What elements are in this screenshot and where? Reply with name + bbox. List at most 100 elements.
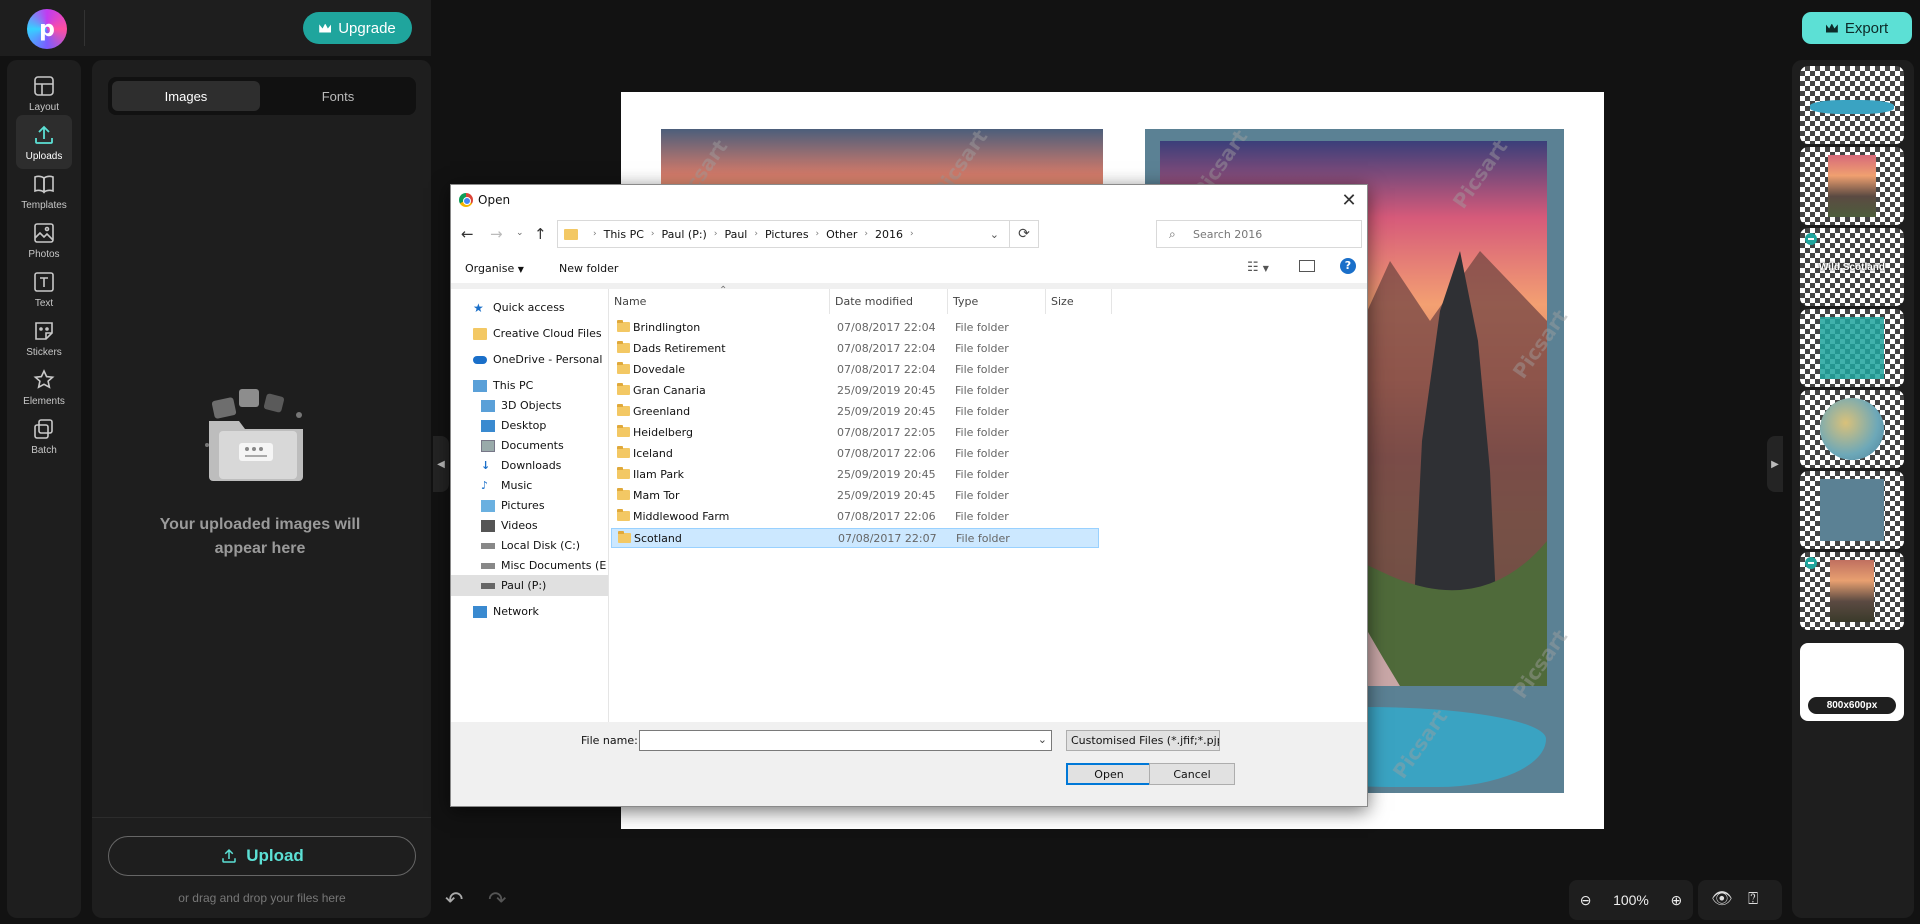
search-input[interactable]: ⌕ Search 2016 [1156,220,1362,248]
pc-icon [473,379,487,392]
forward-arrow-icon[interactable]: → [490,225,503,243]
breadcrumb-item[interactable]: Other [826,228,857,241]
organise-button[interactable]: Organise ▼ [465,262,524,275]
nav-label: Misc Documents (E [501,559,607,572]
empty-state-text: Your uploaded images will appear here [150,513,370,561]
nav-item-network[interactable]: Network [451,601,608,622]
zoom-out-icon[interactable]: ⊖ [1580,892,1592,909]
thumbnail-teal-shape[interactable] [1800,309,1904,387]
thumbnail-photo[interactable] [1800,147,1904,225]
view-options-icon[interactable]: ☷ ▼ [1247,260,1269,275]
file-name-input[interactable]: ⌄ [639,730,1052,751]
file-row[interactable]: Mam Tor 25/09/2019 20:45 File folder [611,486,1099,506]
undo-button[interactable]: ↶ [445,887,475,913]
file-row[interactable]: Ilam Park 25/09/2019 20:45 File folder [611,465,1099,485]
tab-images[interactable]: Images [112,81,260,111]
file-row[interactable]: Iceland 07/08/2017 22:06 File folder [611,444,1099,464]
upgrade-button[interactable]: Upgrade [303,12,412,44]
upload-icon [35,125,53,144]
redo-button[interactable]: ↷ [488,887,518,913]
nav-item-this-pc[interactable]: This PC [451,375,608,396]
upgrade-label: Upgrade [338,19,396,37]
file-row[interactable]: Dads Retirement 07/08/2017 22:04 File fold… [611,339,1099,359]
open-button[interactable]: Open [1066,763,1152,785]
rail-item-templates[interactable]: Templates [16,164,72,218]
nav-item-local-disk[interactable]: Local Disk (C:) [451,535,608,556]
rail-item-stickers[interactable]: Stickers [16,311,72,365]
column-header-name[interactable]: Name ⌃ [609,285,830,314]
file-row[interactable]: Middlewood Farm 07/08/2017 22:06 File fold… [611,507,1099,527]
thumbnail-preview [1820,479,1884,541]
thumbnail-globe[interactable] [1800,390,1904,468]
nav-label: Quick access [493,301,565,314]
nav-item-3d-objects[interactable]: 3D Objects [451,395,608,416]
file-type-select[interactable]: Customised Files (*.jfif;*.pjp;*.jp [1066,730,1220,751]
rail-item-uploads[interactable]: Uploads [16,115,72,169]
nav-item-music[interactable]: ♪ Music [451,475,608,496]
export-button[interactable]: Export [1802,12,1912,44]
nav-item-downloads[interactable]: ↓ Downloads [451,455,608,476]
file-row[interactable]: Gran Canaria 25/09/2019 20:45 File folder [611,381,1099,401]
thumbnail-frame[interactable] [1800,471,1904,549]
breadcrumb-item[interactable]: 2016 [875,228,903,241]
empty-text-line: appear here [214,540,306,557]
nav-item-documents[interactable]: Documents [451,435,608,456]
file-name: Dovedale [633,363,686,376]
back-arrow-icon[interactable]: ← [461,225,474,243]
nav-item-quick-access[interactable]: ★ Quick access [451,297,608,318]
collapse-thumbnails-button[interactable]: ▶ [1767,436,1783,492]
zoom-level[interactable]: 100% [1613,892,1649,908]
file-row-selected[interactable]: Scotland 07/08/2017 22:07 File folder [611,528,1099,548]
file-row[interactable]: Dovedale 07/08/2017 22:04 File folder [611,360,1099,380]
new-folder-button[interactable]: New folder [559,262,618,275]
nav-item-videos[interactable]: Videos [451,515,608,536]
address-bar[interactable]: › This PC › Paul (P:) › Paul › Pictures … [557,220,1010,248]
nav-item-onedrive[interactable]: OneDrive - Personal [451,349,608,370]
up-arrow-icon[interactable]: ↑ [534,225,547,243]
breadcrumb-item[interactable]: Paul (P:) [662,228,707,241]
upload-button[interactable]: Upload [108,836,416,876]
file-row[interactable]: Brindlington 07/08/2017 22:04 File folder [611,318,1099,338]
thumbnail-shape[interactable] [1800,66,1904,144]
nav-item-paul-drive[interactable]: Paul (P:) [451,575,608,596]
help-chat-icon[interactable]: ⍰ [1748,889,1758,909]
file-row[interactable]: Heidelberg 07/08/2017 22:05 File folder [611,423,1099,443]
refresh-button[interactable]: ⟳ [1009,220,1039,248]
nav-item-creative-cloud[interactable]: Creative Cloud Files [451,323,608,344]
picsart-logo-icon[interactable]: p [27,9,67,49]
breadcrumb-separator-icon: › [815,229,820,239]
breadcrumb-item[interactable]: Pictures [765,228,809,241]
rail-item-batch[interactable]: Batch [16,409,72,463]
tab-fonts[interactable]: Fonts [264,81,412,111]
zoom-in-icon[interactable]: ⊕ [1670,892,1682,909]
nav-item-misc-documents[interactable]: Misc Documents (E [451,555,608,576]
nav-item-pictures[interactable]: Pictures [451,495,608,516]
breadcrumb-item[interactable]: Paul [724,228,747,241]
preview-pane-icon[interactable] [1299,260,1315,272]
batch-icon [34,419,53,439]
column-header-size[interactable]: Size [1046,289,1112,314]
breadcrumb-item[interactable]: This PC [604,228,644,241]
preview-eye-icon[interactable]: 👁 [1711,889,1733,909]
nav-item-desktop[interactable]: Desktop [451,415,608,436]
column-header-date[interactable]: Date modified [830,289,948,314]
rail-item-elements[interactable]: Elements [16,360,72,414]
collapse-panel-button[interactable]: ◀ [433,436,449,492]
rail-item-text[interactable]: Text [16,262,72,316]
cancel-button[interactable]: Cancel [1149,763,1235,785]
file-type-value: Customised Files (*.jfif;*.pjp;*.jp [1071,734,1219,747]
disk-icon [481,562,495,569]
address-dropdown-icon[interactable]: ⌄ [990,228,999,241]
thumbnail-photo-2[interactable] [1800,552,1904,630]
file-name: Dads Retirement [633,342,726,355]
thumbnail-text-wild-scotland[interactable]: Wild Scotland [1800,228,1904,306]
column-header-type[interactable]: Type [948,289,1046,314]
file-row[interactable]: Greenland 25/09/2019 20:45 File folder [611,402,1099,422]
rail-item-photos[interactable]: Photos [16,213,72,267]
rail-item-layout[interactable]: Layout [16,66,72,120]
dropdown-chevron-icon[interactable]: ⌄ [1038,733,1047,746]
help-icon[interactable]: ? [1340,258,1356,274]
close-icon[interactable]: ✕ [1335,187,1363,213]
recent-chevron-icon[interactable]: ⌄ [516,228,524,238]
folder-icon [617,488,630,500]
